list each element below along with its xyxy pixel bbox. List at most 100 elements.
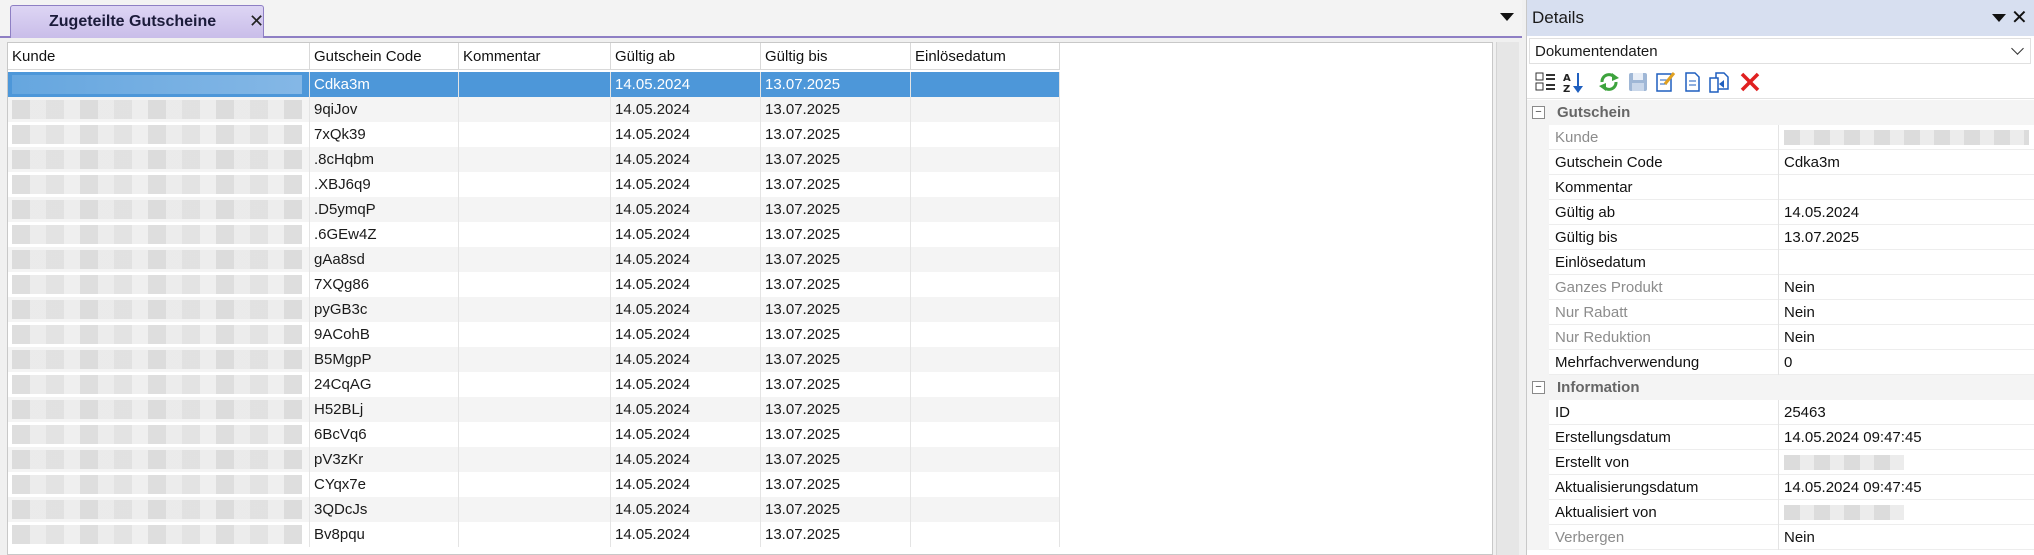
property-name: Einlösedatum [1555,254,1646,271]
property-value[interactable]: Nein [1784,279,1815,296]
cell-ab: 14.05.2024 [611,97,761,122]
tab-zugeteilte-gutscheine[interactable]: Zugeteilte Gutscheine ✕ [10,5,264,38]
cell-kunde [8,222,310,247]
voucher-grid[interactable]: Kunde Gutschein Code Kommentar Gültig ab Gül… [7,42,1493,555]
property-divider [1778,350,1779,375]
column-header-code[interactable]: Gutschein Code [310,43,459,70]
property-name: Verbergen [1555,529,1625,546]
property-value[interactable]: 13.07.2025 [1784,229,1859,246]
property-row[interactable]: Ganzes Produkt Nein [1527,275,2034,300]
property-value[interactable]: Cdka3m [1784,154,1840,171]
table-row[interactable]: .D5ymqP 14.05.2024 13.07.2025 [8,197,1060,222]
property-row[interactable]: Aktualisierungsdatum 14.05.2024 09:47:45 [1527,475,2034,500]
cell-kunde [8,247,310,272]
property-row[interactable]: Kommentar [1527,175,2034,200]
details-close-icon[interactable]: ✕ [2011,5,2028,30]
cell-code: .6GEw4Z [310,222,459,247]
collapse-icon[interactable]: − [1532,106,1545,119]
table-row[interactable]: gAa8sd 14.05.2024 13.07.2025 [8,247,1060,272]
property-gutter [1527,225,1549,250]
cell-kunde [8,97,310,122]
details-object-select[interactable]: Dokumentendaten [1529,38,2031,64]
property-row[interactable]: Nur Rabatt Nein [1527,300,2034,325]
cell-ab: 14.05.2024 [611,422,761,447]
categorized-icon[interactable] [1533,70,1557,94]
property-value[interactable]: 14.05.2024 [1784,204,1859,221]
column-header-kunde[interactable]: Kunde [8,43,310,70]
property-row[interactable]: Nur Reduktion Nein [1527,325,2034,350]
column-header-ab[interactable]: Gültig ab [611,43,761,70]
cell-code: pV3zKr [310,447,459,472]
document-icon[interactable] [1680,70,1704,94]
property-row[interactable]: Verbergen Nein [1527,525,2034,550]
cell-kunde [8,72,310,97]
details-menu-dropdown-icon[interactable] [1992,14,2006,22]
property-value[interactable]: Nein [1784,304,1815,321]
property-row[interactable]: Gutschein Code Cdka3m [1527,150,2034,175]
property-value[interactable]: Nein [1784,529,1815,546]
table-row[interactable]: CYqx7e 14.05.2024 13.07.2025 [8,472,1060,497]
redacted-customer-name [12,100,302,119]
table-row[interactable]: Bv8pqu 14.05.2024 13.07.2025 [8,522,1060,547]
cell-ab: 14.05.2024 [611,322,761,347]
property-gutter [1527,175,1549,200]
table-row[interactable]: H52BLj 14.05.2024 13.07.2025 [8,397,1060,422]
table-row[interactable]: Cdka3m 14.05.2024 13.07.2025 [8,72,1060,97]
property-value[interactable]: Nein [1784,329,1815,346]
table-row[interactable]: 7XQg86 14.05.2024 13.07.2025 [8,272,1060,297]
column-header-kommentar[interactable]: Kommentar [459,43,611,70]
table-row[interactable]: 6BcVq6 14.05.2024 13.07.2025 [8,422,1060,447]
cell-kunde [8,472,310,497]
property-row[interactable]: Erstellt von [1527,450,2034,475]
property-gutter [1527,350,1549,375]
table-row[interactable]: .XBJ6q9 14.05.2024 13.07.2025 [8,172,1060,197]
property-row[interactable]: Einlösedatum [1527,250,2034,275]
property-value[interactable]: 25463 [1784,404,1826,421]
table-row[interactable]: .6GEw4Z 14.05.2024 13.07.2025 [8,222,1060,247]
table-row[interactable]: 24CqAG 14.05.2024 13.07.2025 [8,372,1060,397]
property-row[interactable]: Gültig ab 14.05.2024 [1527,200,2034,225]
delete-icon[interactable] [1738,70,1762,94]
category-label: Gutschein [1557,104,1631,121]
table-row[interactable]: 7xQk39 14.05.2024 13.07.2025 [8,122,1060,147]
table-row[interactable]: pV3zKr 14.05.2024 13.07.2025 [8,447,1060,472]
property-row[interactable]: Gültig bis 13.07.2025 [1527,225,2034,250]
column-header-bis[interactable]: Gültig bis [761,43,911,70]
save-icon[interactable] [1626,70,1650,94]
property-value[interactable]: 0 [1784,354,1792,371]
sort-az-icon[interactable]: AZ [1561,70,1585,95]
redacted-value [1784,505,1904,520]
grid-vertical-scrollbar[interactable] [1496,42,1519,555]
property-value[interactable]: 14.05.2024 09:47:45 [1784,429,1922,446]
property-row[interactable]: Erstellungsdatum 14.05.2024 09:47:45 [1527,425,2034,450]
cell-kommentar [459,397,611,422]
table-row[interactable]: .8cHqbm 14.05.2024 13.07.2025 [8,147,1060,172]
column-header-einloese[interactable]: Einlösedatum [911,43,1060,70]
property-name: Ganzes Produkt [1555,279,1663,296]
cell-ab: 14.05.2024 [611,222,761,247]
redacted-customer-name [12,200,302,219]
cell-bis: 13.07.2025 [761,347,911,372]
table-row[interactable]: pyGB3c 14.05.2024 13.07.2025 [8,297,1060,322]
copy-document-icon[interactable] [1707,70,1731,94]
property-row[interactable]: Kunde [1527,125,2034,150]
chevron-down-icon[interactable] [2011,42,2024,55]
tab-list-dropdown-icon[interactable] [1500,13,1514,21]
refresh-icon[interactable] [1597,70,1621,94]
table-row[interactable]: B5MgpP 14.05.2024 13.07.2025 [8,347,1060,372]
edit-document-icon[interactable] [1653,70,1677,94]
property-row[interactable]: ID 25463 [1527,400,2034,425]
property-row[interactable]: Aktualisiert von [1527,500,2034,525]
cell-einloese [911,322,1060,347]
table-row[interactable]: 9qiJov 14.05.2024 13.07.2025 [8,97,1060,122]
cell-ab: 14.05.2024 [611,72,761,97]
property-value[interactable]: 14.05.2024 09:47:45 [1784,479,1922,496]
property-row[interactable]: Mehrfachverwendung 0 [1527,350,2034,375]
cell-code: 6BcVq6 [310,422,459,447]
cell-kommentar [459,422,611,447]
table-row[interactable]: 9ACohB 14.05.2024 13.07.2025 [8,322,1060,347]
collapse-icon[interactable]: − [1532,381,1545,394]
property-gutter [1527,475,1549,500]
table-row[interactable]: 3QDcJs 14.05.2024 13.07.2025 [8,497,1060,522]
tab-close-icon[interactable]: ✕ [249,11,264,32]
